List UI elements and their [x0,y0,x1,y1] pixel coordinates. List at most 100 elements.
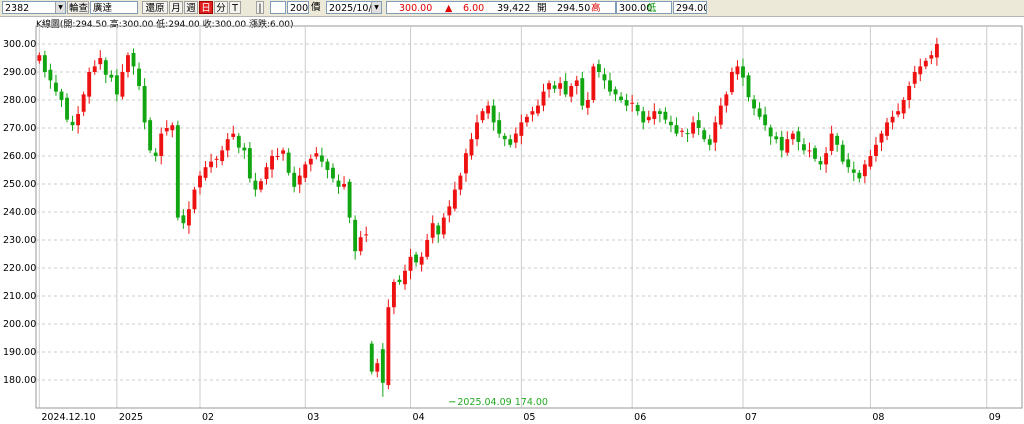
candle-body [552,85,557,89]
candle-body [447,206,452,216]
candle-body [414,254,419,263]
y-tick-label: 280.00 [3,95,36,106]
candle-body [768,127,773,137]
candle-body [846,159,851,168]
candle-body [59,91,64,100]
candle-body [901,100,906,114]
candle-body [281,150,286,154]
candle-body [186,209,191,226]
candle-body [563,80,568,95]
candle-body [148,120,153,151]
candle-body [353,219,358,252]
candle-body [646,116,651,121]
candles [37,37,939,397]
y-tick-label: 250.00 [3,179,36,190]
candle-body [757,108,762,117]
y-tick-label: 220.00 [3,263,36,274]
candle-body [502,135,507,140]
candle-body [87,72,92,97]
candle-body [142,86,147,123]
y-tick-label: 190.00 [3,347,36,358]
candle-body [92,66,97,72]
candle-body [491,105,496,123]
candle-body [386,307,391,386]
candle-body [103,60,108,75]
candle-body [691,122,696,134]
candle-body [425,240,430,257]
candle-body [763,114,768,126]
candle-body [862,164,867,177]
candle-body [364,234,369,236]
candle-body [818,161,823,165]
candle-body [375,363,380,372]
candle-body [81,94,86,112]
candle-body [857,172,862,179]
candle-body [702,130,707,140]
candle-body [569,86,574,97]
candle-body [164,128,169,132]
candle-body [303,164,308,178]
candle-body [896,111,901,115]
candle-body [126,55,130,72]
x-tick-label: 03 [307,412,319,423]
candle-body [436,225,441,235]
candle-body [192,189,197,210]
candle-body [137,68,141,86]
candle-body [430,223,435,238]
candle-body [934,44,939,58]
candle-body [790,133,795,140]
candle-body [619,96,624,100]
low-annotation: 2025.04.09 174.00 [457,397,548,408]
candle-body [264,167,269,179]
candle-body [907,86,912,100]
candle-body [508,139,513,145]
candle-body [220,150,225,162]
candle-body [513,133,518,143]
candle-body [181,215,186,224]
candle-body [824,153,829,165]
candle-body [452,189,457,209]
candle-body [707,139,712,145]
candle-body [419,256,424,265]
candle-body [170,125,175,131]
candle-body [198,175,202,188]
x-tick-label: 05 [523,412,535,423]
candle-body [54,82,58,92]
x-tick-label: 2025 [119,412,143,423]
x-tick-label: 09 [989,412,1001,423]
y-tick-label: 230.00 [3,235,36,246]
candle-body [923,60,928,67]
candle-body [890,116,895,123]
candle-body [696,120,701,128]
candle-body [536,105,540,114]
y-tick-label: 200.00 [3,319,36,330]
candle-body [242,147,247,151]
candle-body [779,136,784,151]
candle-body [214,158,219,160]
candle-body [70,121,75,126]
candle-body [874,144,878,156]
y-tick-label: 290.00 [3,67,36,78]
candle-body [729,72,734,93]
candle-body [342,184,346,187]
candle-body [585,100,590,108]
y-tick-label: 210.00 [3,291,36,302]
candle-body [541,91,546,106]
candle-body [297,175,302,185]
candle-body [308,158,313,165]
y-axis: 180.00 190.00 200.00 210.00 220.00 230.00 240.… [3,39,36,386]
candle-body [801,144,806,151]
candle-body [669,121,673,126]
candle-body [403,270,407,285]
candle-body [48,69,53,81]
candle-body [868,156,873,167]
candle-body [796,131,801,142]
candle-body [114,75,119,95]
candle-body [475,122,479,140]
candle-body [270,156,274,170]
candlestick-chart: 180.00 190.00 200.00 210.00 220.00 230.00 240.… [3,25,1023,423]
candle-body [120,72,125,97]
candle-body [580,78,585,106]
candle-body [663,111,668,120]
x-tick-label: 02 [202,412,214,423]
